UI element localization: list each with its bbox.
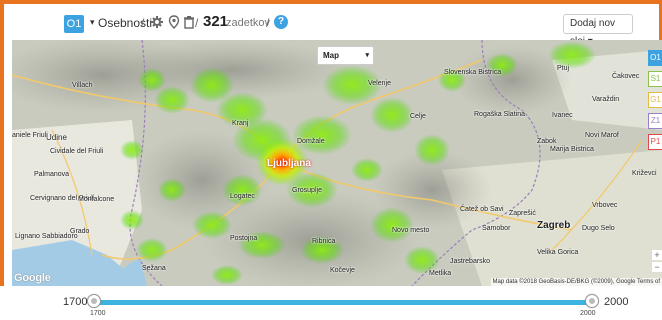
- breadcrumb-separator: /: [195, 16, 199, 30]
- place-label: Čakovec: [612, 73, 640, 80]
- place-label: Vrbovec: [592, 202, 618, 209]
- place-label: Celje: [410, 113, 426, 120]
- zoom-in-button[interactable]: +: [652, 250, 662, 260]
- place-label: Kočevje: [330, 267, 355, 274]
- place-label: Novo mesto: [392, 227, 430, 234]
- place-label: Ivanec: [552, 112, 573, 119]
- layer-tab-s1[interactable]: S1: [648, 71, 662, 87]
- place-label: Zaprešić: [509, 210, 536, 217]
- breadcrumb-separator: /: [141, 16, 145, 30]
- slider-track[interactable]: [93, 300, 591, 305]
- place-label: Grosuplje: [292, 187, 322, 194]
- place-label: Monfalcone: [78, 196, 115, 203]
- place-label: Jastrebarsko: [450, 258, 491, 265]
- result-count-label: zadetkov: [226, 17, 271, 29]
- map-attribution[interactable]: Map data ©2018 GeoBasis-DE/BKG (©2009), …: [490, 278, 662, 286]
- slider-handle-start[interactable]: [87, 294, 101, 308]
- breadcrumb-separator: /: [266, 16, 270, 30]
- layer-tab-g1[interactable]: G1: [648, 92, 662, 108]
- map-type-select[interactable]: Map ▾: [317, 46, 374, 65]
- place-label: Cividale del Friuli: [50, 148, 104, 155]
- help-icon[interactable]: ?: [274, 15, 288, 29]
- place-label: Dugo Selo: [582, 225, 615, 232]
- place-label: Križevci: [632, 170, 657, 177]
- place-label: Velika Gorica: [537, 249, 579, 256]
- place-label: Udine: [46, 133, 67, 142]
- place-label: Rogaška Slatina: [474, 111, 525, 118]
- place-label: Ljubljana: [267, 158, 311, 169]
- place-label: Domžale: [297, 138, 325, 145]
- result-count: 321: [203, 13, 229, 30]
- place-label: Zabok: [537, 138, 557, 145]
- year-range-slider: 1700 1700 2000 2000: [0, 286, 662, 320]
- place-label: Sežana: [142, 265, 166, 272]
- place-label: Zagreb: [537, 220, 571, 231]
- place-label: Varaždin: [592, 96, 620, 103]
- place-label: Čatež ob Savi: [460, 206, 504, 213]
- layer-tab-o1[interactable]: O1: [648, 50, 662, 66]
- place-label: Novi Marof: [585, 132, 619, 139]
- layer-tab-z1[interactable]: Z1: [648, 113, 662, 129]
- map-pin-icon[interactable]: [167, 14, 181, 30]
- place-label: Velenje: [368, 80, 391, 87]
- trash-icon[interactable]: [182, 14, 196, 30]
- chevron-down-icon: ▾: [365, 52, 369, 59]
- slider-handle-end[interactable]: [585, 294, 599, 308]
- place-label: Kranj: [232, 120, 249, 127]
- place-label: Metlika: [429, 270, 452, 277]
- google-logo: Google: [14, 272, 51, 284]
- place-label: Villach: [72, 82, 93, 89]
- place-label: Slovenska Bistrica: [444, 69, 502, 76]
- map-type-label: Map: [323, 51, 339, 60]
- zoom-out-button[interactable]: −: [652, 262, 662, 272]
- slider-tick-label: 2000: [580, 310, 596, 317]
- window-border-left: [0, 0, 4, 320]
- layer-tab-p1[interactable]: P1: [648, 134, 662, 150]
- slider-tick-label: 1700: [90, 310, 106, 317]
- heatmap-map[interactable]: Map ▾ Ljubljana Udine Cividale del Friuli…: [12, 40, 662, 286]
- place-label: Postojna: [230, 235, 258, 242]
- slider-max-label: 2000: [604, 296, 629, 308]
- place-label: Lignano Sabbiadoro: [15, 233, 78, 240]
- chevron-down-icon[interactable]: ▾: [90, 17, 95, 28]
- layer-badge[interactable]: O1: [64, 15, 84, 33]
- place-label: Samobor: [482, 225, 511, 232]
- place-label: aniele Friuli: [12, 132, 48, 139]
- layer-tabs: O1 S1 G1 Z1 P1: [648, 50, 662, 155]
- place-label: Logatec: [230, 193, 255, 200]
- place-label: Ribnica: [312, 238, 336, 245]
- toolbar: O1 ▾ Osebnosti / / 321 zadetkov / ? Doda…: [4, 4, 659, 47]
- slider-min-label: 1700: [63, 296, 88, 308]
- place-label: Marija Bistrica: [550, 146, 594, 153]
- add-layer-button[interactable]: Dodaj nov sloj ▾: [563, 14, 633, 47]
- place-label: Ptuj: [557, 65, 570, 72]
- gear-icon[interactable]: [150, 14, 164, 30]
- place-label: Palmanova: [34, 171, 70, 178]
